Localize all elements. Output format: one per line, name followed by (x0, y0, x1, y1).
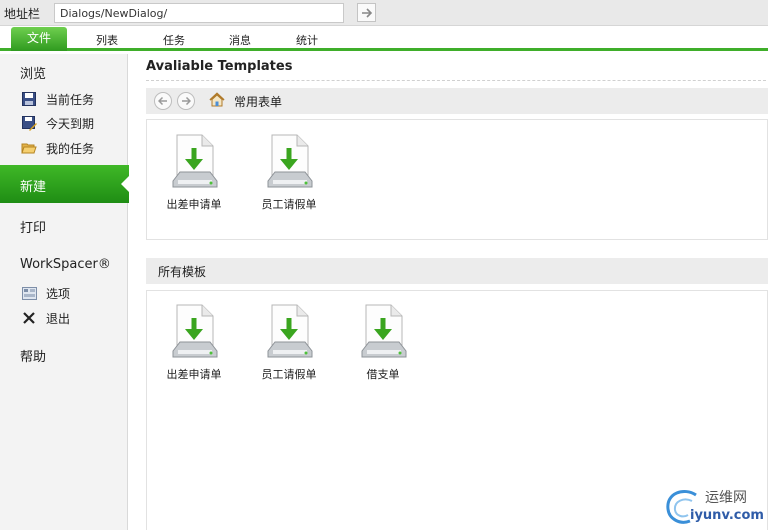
sidebar-item-due-today[interactable]: 今天到期 (21, 114, 94, 132)
sidebar-item-label: 选项 (46, 286, 71, 301)
breadcrumb: 常用表单 (234, 95, 283, 109)
folder-open-icon (21, 140, 37, 156)
address-label: 地址栏 (4, 7, 41, 21)
menu-item-messages[interactable]: 消息 (229, 32, 251, 48)
active-notch (121, 176, 129, 192)
watermark-text-url: iyunv.com (690, 508, 764, 523)
menu-bar: 文件 列表 任务 消息 统计 (0, 26, 768, 51)
sidebar-item-current-tasks[interactable]: 当前任务 (21, 90, 94, 108)
download-document-icon (172, 134, 218, 188)
template-label: 员工请假单 (261, 198, 317, 211)
template-label: 借支单 (366, 368, 400, 381)
sidebar-item-label: 我的任务 (46, 141, 95, 156)
save-icon (21, 91, 37, 107)
sidebar-new-label: 新建 (20, 180, 47, 195)
template-item[interactable]: 出差申请单 (154, 134, 234, 212)
all-templates-header: 所有模板 (146, 258, 768, 284)
template-item[interactable]: 员工请假单 (249, 304, 329, 382)
common-templates-panel (146, 119, 768, 240)
download-document-icon (267, 134, 313, 188)
sidebar-item-exit[interactable]: 退出 (21, 309, 70, 327)
template-label: 员工请假单 (261, 368, 317, 381)
template-label: 出差申请单 (166, 368, 222, 381)
page-title: Avaliable Templates (146, 59, 293, 74)
template-navbar: 常用表单 (146, 88, 768, 114)
options-icon (21, 285, 37, 301)
download-document-icon (361, 304, 407, 358)
sidebar-item-label: 退出 (46, 311, 71, 326)
sidebar-item-label: 今天到期 (46, 116, 95, 131)
watermark-logo: 运维网 iyunv.com (662, 487, 766, 527)
sidebar-item-help[interactable]: 帮助 (20, 346, 46, 365)
sidebar-item-options[interactable]: 选项 (21, 284, 70, 302)
sidebar-item-new[interactable]: 新建 (0, 165, 129, 203)
arrow-right-icon (361, 7, 372, 18)
sidebar-browse-heading: 浏览 (20, 67, 47, 82)
go-button[interactable] (357, 3, 376, 22)
forward-button[interactable] (177, 92, 195, 110)
exit-x-icon (21, 310, 37, 326)
template-item[interactable]: 借支单 (343, 304, 423, 382)
arrow-left-icon (158, 96, 167, 106)
address-input[interactable]: Dialogs/NewDialog/ (54, 3, 344, 23)
sidebar-item-print[interactable]: 打印 (20, 217, 46, 236)
menu-item-tasks[interactable]: 任务 (163, 32, 185, 48)
sidebar-item-label: 当前任务 (46, 92, 95, 107)
save-as-icon (21, 115, 37, 131)
menu-item-list[interactable]: 列表 (96, 32, 118, 48)
sidebar: 浏览 当前任务 今天到期 我的任务 新建 打印 WorkSpacer® 选项 退… (0, 54, 129, 530)
home-icon[interactable] (209, 92, 225, 107)
sidebar-item-my-tasks[interactable]: 我的任务 (21, 139, 94, 157)
template-item[interactable]: 出差申请单 (154, 304, 234, 382)
back-button[interactable] (154, 92, 172, 110)
download-document-icon (267, 304, 313, 358)
address-bar: 地址栏 Dialogs/NewDialog/ (0, 0, 768, 26)
title-divider (146, 80, 766, 81)
download-document-icon (172, 304, 218, 358)
all-templates-title: 所有模板 (158, 265, 207, 279)
watermark-text-cn: 运维网 (705, 490, 747, 506)
template-label: 出差申请单 (166, 198, 222, 211)
menu-file-tab[interactable]: 文件 (11, 27, 67, 51)
arrow-right-icon (182, 96, 191, 106)
menu-item-stats[interactable]: 统计 (296, 32, 318, 48)
template-item[interactable]: 员工请假单 (249, 134, 329, 212)
sidebar-workspacer-heading: WorkSpacer® (20, 257, 111, 272)
